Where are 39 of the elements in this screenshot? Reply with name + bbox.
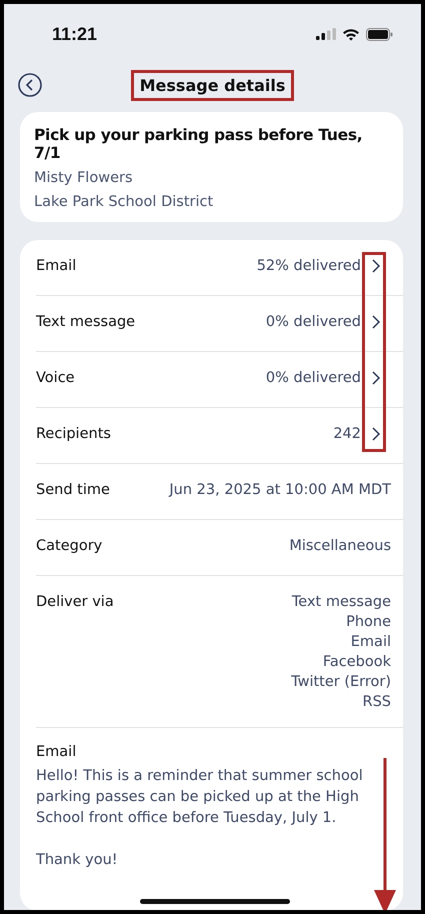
battery-icon [366, 28, 393, 40]
detail-value: Miscellaneous [289, 538, 391, 554]
detail-value: Text message [292, 594, 391, 610]
detail-value: 0% delivered [266, 314, 361, 330]
organization-name: Lake Park School District [34, 194, 214, 210]
detail-value: Phone [346, 614, 391, 630]
detail-label: Deliver via [36, 594, 114, 610]
detail-label: Text message [36, 314, 136, 330]
chevron-icon [371, 427, 381, 441]
wifi-icon [342, 28, 360, 40]
message-label: Email [36, 744, 78, 760]
detail-label: Voice [36, 370, 75, 386]
detail-value: Email [350, 634, 391, 650]
detail-row[interactable]: Email 52% delivered [36, 240, 403, 296]
detail-value: Twitter (Error) [291, 674, 391, 690]
detail-label: Category [36, 538, 102, 554]
chevron-icon [371, 371, 381, 385]
message-paragraph: Thank you! [36, 851, 119, 870]
detail-row[interactable]: Recipients 242 [36, 408, 403, 464]
detail-value: Jun 23, 2025 at 10:00 AM MDT [169, 482, 391, 498]
detail-label: Recipients [36, 426, 111, 442]
back-icon[interactable] [18, 73, 42, 97]
detail-value: Facebook [322, 654, 391, 670]
message-paragraph: Hello! This is a reminder that summer school parking passes can be picked up at the High School front office before Tuesday, July 1. [36, 767, 364, 828]
detail-label: Email [36, 258, 76, 274]
detail-label: Send time [36, 482, 110, 498]
detail-value: RSS [362, 694, 391, 710]
detail-row[interactable]: Voice 0% delivered [36, 352, 403, 408]
chevron-icon [371, 315, 381, 329]
detail-value: 52% delivered [256, 258, 361, 274]
message-subject: Pick up your parking pass before Tues, 7/1 [34, 126, 364, 162]
detail-row[interactable]: Text message 0% delivered [36, 296, 403, 352]
detail-value: 242 [333, 426, 361, 442]
sender-name: Misty Flowers [34, 170, 134, 186]
status-time: 11:21 [52, 24, 98, 44]
page-title: Message details [134, 72, 292, 98]
signal-icon [316, 28, 336, 40]
chevron-icon [371, 259, 381, 273]
detail-value: 0% delivered [266, 370, 361, 386]
